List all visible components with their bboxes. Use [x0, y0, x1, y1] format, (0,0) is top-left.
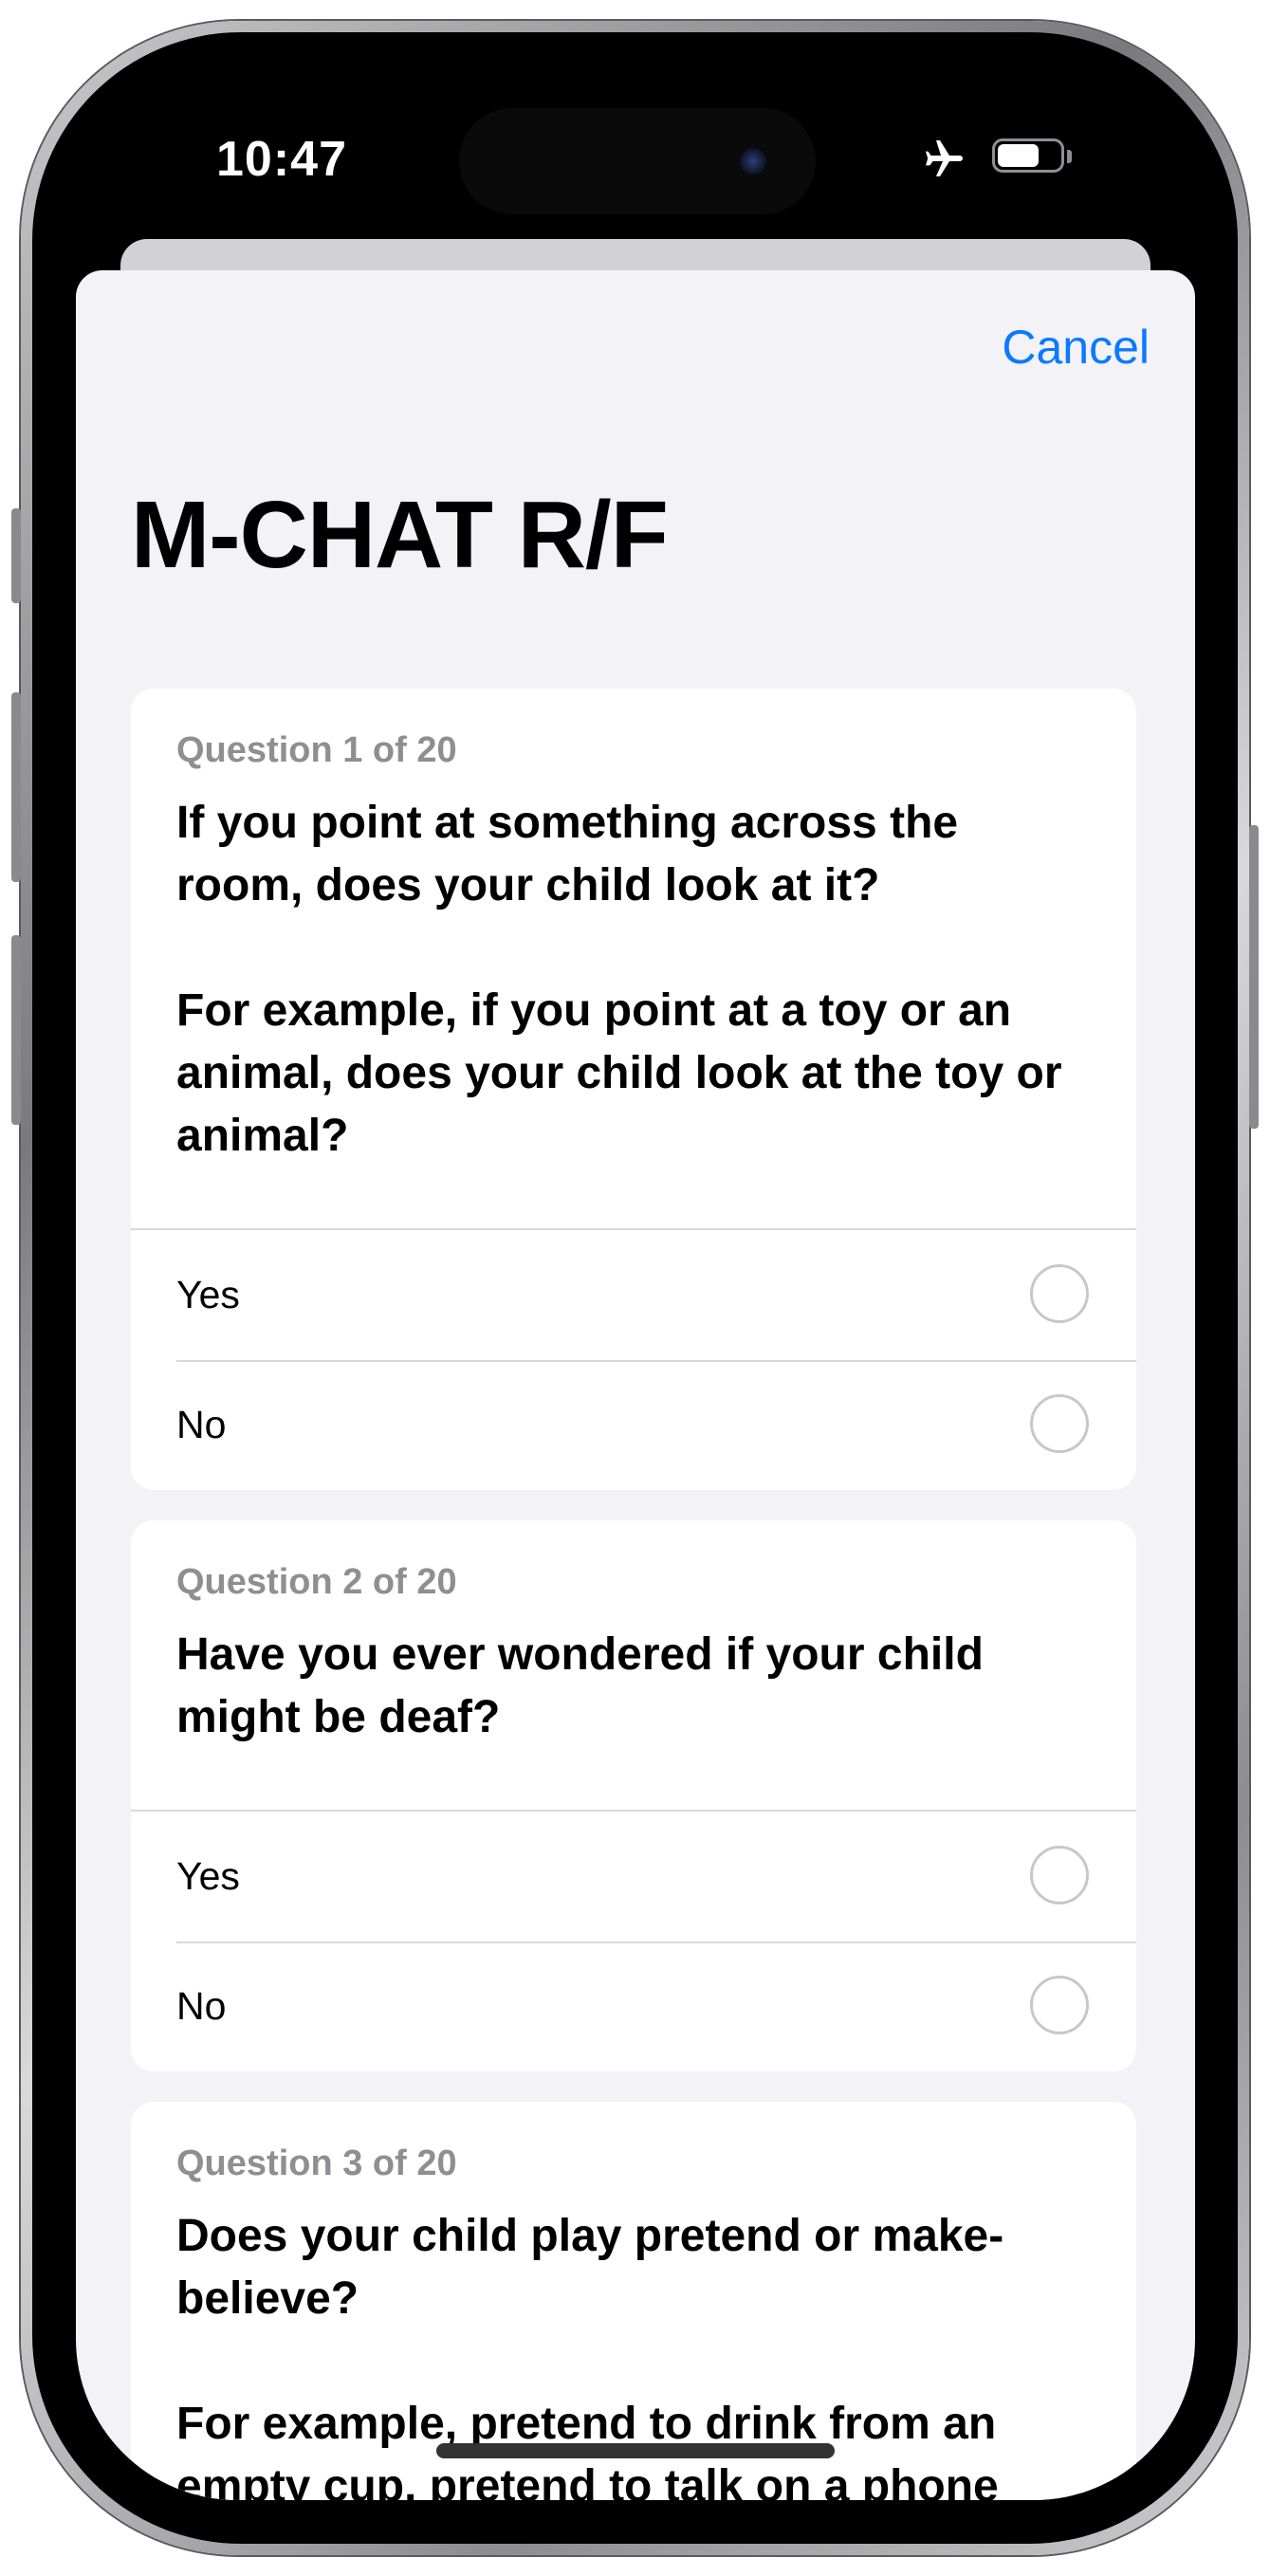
dynamic-island	[459, 108, 816, 214]
home-indicator[interactable]	[436, 2443, 835, 2458]
answer-option-no[interactable]: No	[131, 1941, 1136, 2071]
answer-option-label: Yes	[176, 1273, 240, 1316]
volume-up-button	[11, 692, 21, 882]
answer-options: Yes No	[131, 1228, 1136, 1490]
radio-button-icon[interactable]	[1030, 1264, 1089, 1323]
questionnaire-sheet: Cancel M-CHAT R/F Question 1 of 20 If yo…	[76, 270, 1195, 2500]
answer-option-label: Yes	[176, 1854, 240, 1898]
front-camera-icon	[740, 148, 766, 175]
battery-icon	[992, 138, 1064, 173]
volume-down-button	[11, 935, 21, 1125]
answer-option-yes[interactable]: Yes	[131, 1812, 1136, 1941]
answer-option-no[interactable]: No	[131, 1360, 1136, 1490]
battery-cap	[1067, 150, 1072, 163]
question-card: Question 1 of 20 If you point at somethi…	[131, 689, 1136, 1490]
question-card: Question 3 of 20 Does your child play pr…	[131, 2102, 1136, 2500]
question-list: Question 1 of 20 If you point at somethi…	[131, 689, 1136, 2500]
question-number: Question 3 of 20	[176, 2144, 457, 2183]
question-header: Question 1 of 20 If you point at somethi…	[131, 689, 1136, 1228]
radio-button-icon[interactable]	[1030, 1846, 1089, 1904]
status-bar: 10:47	[76, 76, 1195, 266]
question-text: If you point at something across the roo…	[176, 798, 1062, 1161]
page-title: M-CHAT R/F	[131, 482, 669, 588]
airplane-mode-icon	[926, 140, 963, 176]
answer-options: Yes No	[131, 1810, 1136, 2071]
question-text: Have you ever wondered if your child mig…	[176, 1629, 984, 1742]
question-header: Question 3 of 20 Does your child play pr…	[131, 2102, 1136, 2500]
answer-option-label: No	[176, 1403, 227, 1446]
question-number: Question 2 of 20	[176, 1562, 457, 1602]
status-time: 10:47	[216, 132, 347, 187]
screen: 10:47 Cancel M-CHAT R/F Question 1 of 20…	[76, 76, 1195, 2500]
answer-option-label: No	[176, 1984, 227, 2028]
question-number: Question 1 of 20	[176, 730, 457, 770]
question-card: Question 2 of 20 Have you ever wondered …	[131, 1520, 1136, 2071]
answer-option-yes[interactable]: Yes	[131, 1230, 1136, 1360]
action-button	[11, 508, 21, 603]
radio-button-icon[interactable]	[1030, 1394, 1089, 1453]
radio-button-icon[interactable]	[1030, 1976, 1089, 2034]
cancel-button[interactable]: Cancel	[1002, 320, 1150, 375]
question-header: Question 2 of 20 Have you ever wondered …	[131, 1520, 1136, 1810]
side-button	[1249, 825, 1259, 1129]
